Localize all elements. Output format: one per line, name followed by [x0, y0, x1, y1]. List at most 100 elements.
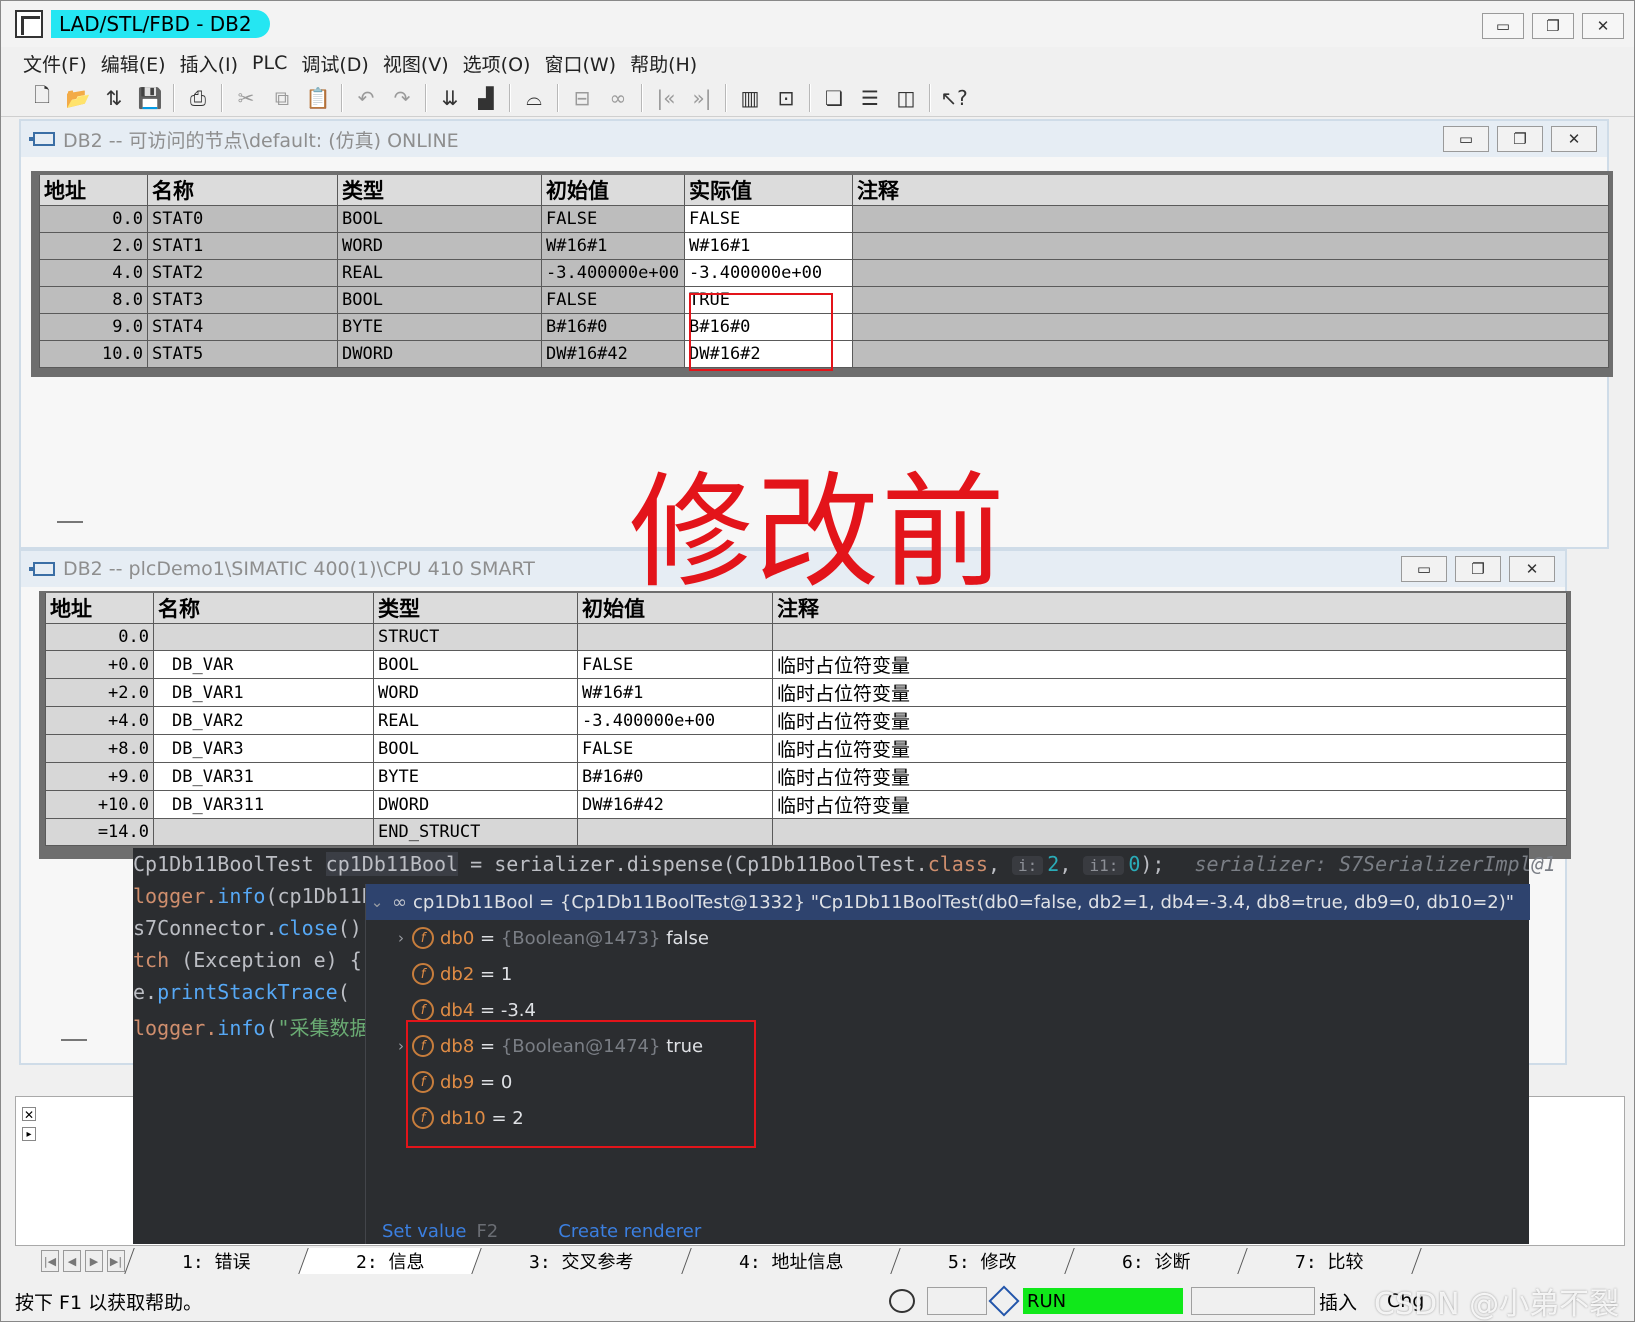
tab-label: 4: 地址信息: [738, 1252, 844, 1273]
redo-icon[interactable]: ↷: [387, 83, 417, 113]
col-actual[interactable]: 实际值: [684, 175, 853, 206]
cell-address: 8.0: [39, 286, 148, 314]
col-type[interactable]: 类型: [373, 593, 578, 624]
tab-first-icon[interactable]: |◀: [41, 1250, 59, 1272]
cell-name: STAT0: [147, 205, 338, 233]
table-row[interactable]: +2.0 DB_VAR1 WORD W#16#1 临时占位符变量: [45, 678, 1567, 707]
menu-file[interactable]: 文件(F): [21, 50, 99, 77]
table-row[interactable]: +10.0 DB_VAR311 DWORD DW#16#42 临时占位符变量: [45, 790, 1567, 819]
print-icon[interactable]: ⎙: [183, 83, 213, 113]
watch-icon[interactable]: ∞: [603, 83, 633, 113]
cell-address: 0.0: [45, 623, 154, 651]
open-folder-icon[interactable]: 📂: [63, 83, 93, 113]
zoom-icon[interactable]: ⊡: [771, 83, 801, 113]
chevron-down-icon[interactable]: ⌄: [366, 893, 388, 911]
copy-icon[interactable]: ⧉: [267, 83, 297, 113]
tile-vertical-icon[interactable]: ◫: [891, 83, 921, 113]
code-token-number: 2: [1047, 852, 1060, 876]
glasses-icon[interactable]: ⌓: [519, 83, 549, 113]
tab-last-icon[interactable]: ▶|: [107, 1250, 125, 1272]
cell-comment: [852, 340, 1609, 368]
tab-compare[interactable]: 7: 比较: [1237, 1248, 1422, 1274]
cell-initial: B#16#0: [541, 313, 685, 341]
cell-address: +8.0: [45, 734, 154, 763]
tab-label: 1: 错误: [182, 1252, 251, 1273]
create-renderer-link[interactable]: Create renderer: [558, 1221, 701, 1242]
download-icon[interactable]: ⇊: [435, 83, 465, 113]
save-icon[interactable]: 💾: [135, 83, 165, 113]
col-name[interactable]: 名称: [153, 593, 374, 624]
menu-debug[interactable]: 调试(D): [299, 50, 380, 77]
tab-diagnostics[interactable]: 6: 诊断: [1063, 1248, 1247, 1274]
table-row[interactable]: 2.0 STAT1 WORD W#16#1 W#16#1: [39, 232, 1609, 260]
col-address[interactable]: 地址: [45, 593, 154, 624]
table-row[interactable]: 0.0 STRUCT: [45, 623, 1567, 651]
panel-close-icon[interactable]: ✕: [22, 1107, 36, 1122]
tab-modify[interactable]: 5: 修改: [890, 1248, 1074, 1274]
context-help-icon[interactable]: ↖?: [939, 83, 969, 113]
tab-address-info[interactable]: 4: 地址信息: [680, 1248, 900, 1274]
table-row[interactable]: +4.0 DB_VAR2 REAL -3.400000e+00 临时占位符变量: [45, 706, 1567, 735]
minimize-button[interactable]: ▭: [1482, 13, 1524, 39]
field-name: db0: [440, 927, 475, 949]
menu-window[interactable]: 窗口(W): [542, 50, 628, 77]
code-token-highlight[interactable]: cp1Db11Bool: [325, 852, 459, 876]
child-close-button[interactable]: ✕: [1509, 556, 1555, 582]
table-row[interactable]: 0.0 STAT0 BOOL FALSE FALSE: [39, 205, 1609, 233]
table-row[interactable]: +9.0 DB_VAR31 BYTE B#16#0 临时占位符变量: [45, 762, 1567, 791]
tab-next-icon[interactable]: ▶: [85, 1250, 103, 1272]
tab-info[interactable]: 2: 信息: [297, 1248, 481, 1274]
tile-horizontal-icon[interactable]: ☰: [855, 83, 885, 113]
cut-icon[interactable]: ✂: [231, 83, 261, 113]
set-value-link[interactable]: Set value: [382, 1221, 466, 1242]
table-row[interactable]: +0.0 DB_VAR BOOL FALSE 临时占位符变量: [45, 650, 1567, 679]
cell-actual[interactable]: W#16#1: [684, 232, 853, 260]
field-row-db0[interactable]: › f db0 = {Boolean@1473} false: [390, 920, 709, 956]
col-address[interactable]: 地址: [39, 175, 148, 206]
undo-icon[interactable]: ↶: [351, 83, 381, 113]
overview-icon[interactable]: ▥: [735, 83, 765, 113]
field-row-db2[interactable]: f db2 = 1: [412, 956, 512, 992]
menu-plc[interactable]: PLC: [250, 52, 299, 74]
collapse-marker[interactable]: [57, 521, 83, 523]
menu-insert[interactable]: 插入(I): [178, 50, 250, 77]
col-initial[interactable]: 初始值: [541, 175, 685, 206]
menu-help[interactable]: 帮助(H): [628, 50, 709, 77]
tab-prev-icon[interactable]: ◀: [63, 1250, 81, 1272]
cascade-icon[interactable]: ❏: [819, 83, 849, 113]
chevron-right-icon[interactable]: ›: [390, 929, 412, 947]
cell-actual[interactable]: -3.400000e+00: [684, 259, 853, 287]
child-close-button[interactable]: ✕: [1551, 126, 1597, 152]
menu-edit[interactable]: 编辑(E): [99, 50, 178, 77]
menu-view[interactable]: 视图(V): [381, 50, 461, 77]
table-row[interactable]: +8.0 DB_VAR3 BOOL FALSE 临时占位符变量: [45, 734, 1567, 763]
prev-error-icon[interactable]: |«: [651, 83, 681, 113]
monitor-icon[interactable]: ▟: [471, 83, 501, 113]
watch-root-row[interactable]: ⌄ ∞ cp1Db11Bool = {Cp1Db11BoolTest@1332}…: [366, 884, 1530, 920]
tab-label: 5: 修改: [948, 1252, 1017, 1273]
close-button[interactable]: ✕: [1582, 13, 1624, 39]
child-maximize-button[interactable]: ❐: [1455, 556, 1501, 582]
tab-errors[interactable]: 1: 错误: [124, 1248, 308, 1274]
new-file-icon[interactable]: 🗋: [27, 83, 57, 113]
table-row[interactable]: 4.0 STAT2 REAL -3.400000e+00 -3.400000e+…: [39, 259, 1609, 287]
child-minimize-button[interactable]: ▭: [1443, 126, 1489, 152]
code-token: ,: [1059, 852, 1084, 876]
child-maximize-button[interactable]: ❐: [1497, 126, 1543, 152]
col-name[interactable]: 名称: [147, 175, 338, 206]
table-row[interactable]: =14.0 END_STRUCT: [45, 818, 1567, 846]
network-icon[interactable]: ⇅: [99, 83, 129, 113]
hierarchy-icon[interactable]: ⊟: [567, 83, 597, 113]
col-comment[interactable]: 注释: [852, 175, 1609, 206]
paste-icon[interactable]: 📋: [303, 83, 333, 113]
maximize-button[interactable]: ❐: [1532, 13, 1574, 39]
tab-cross-reference[interactable]: 3: 交叉参考: [471, 1248, 691, 1274]
child-minimize-button[interactable]: ▭: [1401, 556, 1447, 582]
menu-options[interactable]: 选项(O): [461, 50, 543, 77]
next-error-icon[interactable]: »|: [687, 83, 717, 113]
cell-initial: FALSE: [541, 205, 685, 233]
cell-actual[interactable]: FALSE: [684, 205, 853, 233]
collapse-marker[interactable]: [61, 1039, 87, 1041]
col-type[interactable]: 类型: [337, 175, 542, 206]
panel-pin-icon[interactable]: ▸: [22, 1127, 36, 1141]
